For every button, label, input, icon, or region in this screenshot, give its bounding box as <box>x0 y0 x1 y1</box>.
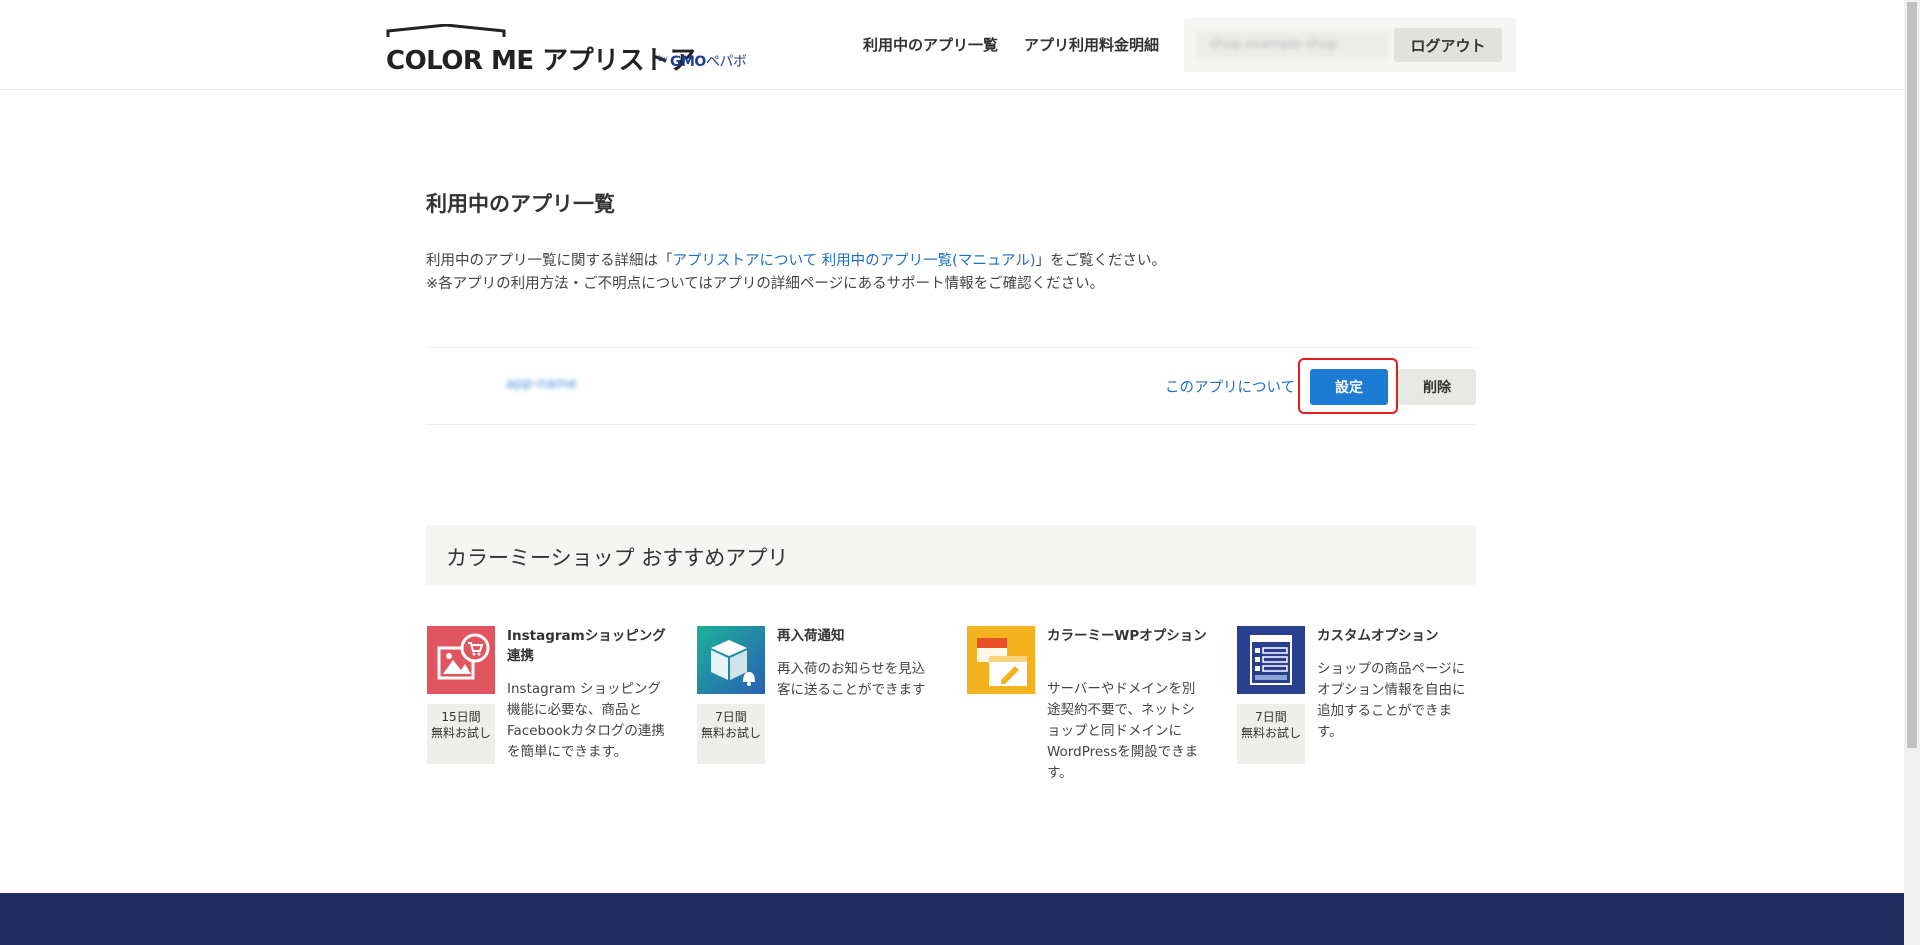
settings-button[interactable]: 設定 <box>1310 369 1388 405</box>
logo-pepabo-text: ペパボ <box>705 54 747 70</box>
account-box: shop.example-shop ログアウト <box>1184 18 1516 72</box>
intro-after: 」をご覧ください。 <box>1035 253 1167 269</box>
trial-badge: 7日間 無料お試し <box>697 704 765 764</box>
intro-note: ※各アプリの利用方法・ご不明点についてはアプリの詳細ページにあるサポート情報をご… <box>426 276 1105 292</box>
logout-button[interactable]: ログアウト <box>1394 28 1502 62</box>
vertical-scrollbar[interactable] <box>1904 0 1920 945</box>
scrollbar-thumb[interactable] <box>1907 2 1917 748</box>
shop-edit-icon <box>967 626 1035 694</box>
recommend-card-restock[interactable]: 7日間 無料お試し 再入荷通知 再入荷のお知らせを見込客に送ることができます <box>697 626 937 796</box>
recommend-app-name[interactable]: Instagramショッピング連携 <box>507 626 667 666</box>
installed-app-name[interactable]: app-name <box>506 376 577 392</box>
instagram-cart-icon <box>427 626 495 694</box>
nav-link-billing[interactable]: アプリ利用料金明細 <box>1024 34 1159 55</box>
recommend-app-name[interactable]: カラーミーWPオプション <box>1047 626 1207 646</box>
checklist-form-icon <box>1237 626 1305 694</box>
recommend-banner: カラーミーショップ おすすめアプリ <box>426 525 1476 585</box>
recommend-card-instagram[interactable]: 15日間 無料お試し Instagramショッピング連携 Instagram シ… <box>427 626 667 796</box>
trial-badge: 15日間 無料お試し <box>427 704 495 764</box>
delete-button[interactable]: 削除 <box>1398 369 1476 405</box>
recommend-card-custom-option[interactable]: 7日間 無料お試し カスタムオプション ショップの商品ページにオプション情報を自… <box>1237 626 1477 796</box>
intro-before: 利用中のアプリ一覧に関する詳細は「 <box>426 253 673 269</box>
recommend-app-desc: ショップの商品ページにオプション情報を自由に追加することができます。 <box>1317 661 1466 740</box>
installed-app-row: app-name このアプリについて 設定 削除 <box>426 347 1476 425</box>
logo-gmo-text: GMO <box>670 54 706 70</box>
recommend-app-desc: Instagram ショッピング機能に必要な、商品とFacebookカタログの連… <box>507 681 665 760</box>
about-app-link[interactable]: このアプリについて <box>1165 376 1295 397</box>
recommend-app-desc: 再入荷のお知らせを見込客に送ることができます <box>777 661 926 698</box>
recommend-app-desc: サーバーやドメインを別途契約不要で、ネットショップと同ドメインにWordPres… <box>1047 681 1199 781</box>
recommend-card-wp-option[interactable]: カラーミーWPオプション サーバーやドメインを別途契約不要で、ネットショップと同… <box>967 626 1207 796</box>
gmo-pepabo-logo: GMOペパボ <box>670 51 747 71</box>
intro-line: 利用中のアプリ一覧に関する詳細は「アプリストアについて 利用中のアプリ一覧(マニ… <box>426 250 1166 273</box>
site-footer <box>0 893 1904 945</box>
box-bell-icon <box>697 626 765 694</box>
recommend-title: カラーミーショップ おすすめアプリ <box>446 546 789 570</box>
recommend-app-name[interactable]: カスタムオプション <box>1317 626 1477 646</box>
recommend-app-name[interactable]: 再入荷通知 <box>777 626 937 646</box>
color-me-app-store-logo[interactable]: COLOR ME アプリストア by GMOペパボ <box>386 24 760 76</box>
house-roof-icon <box>386 24 506 37</box>
page-title: 利用中のアプリ一覧 <box>426 192 615 216</box>
logo-by-text: by <box>658 54 668 63</box>
logo-text: COLOR ME アプリストア <box>386 46 696 76</box>
account-name: shop.example-shop <box>1196 31 1390 59</box>
nav-link-apps[interactable]: 利用中のアプリ一覧 <box>863 34 998 55</box>
trial-badge: 7日間 無料お試し <box>1237 704 1305 764</box>
site-header: COLOR ME アプリストア by GMOペパボ 利用中のアプリ一覧 アプリ利… <box>0 0 1904 90</box>
manual-link[interactable]: アプリストアについて 利用中のアプリ一覧(マニュアル) <box>673 253 1036 269</box>
intro-text: 利用中のアプリ一覧に関する詳細は「アプリストアについて 利用中のアプリ一覧(マニ… <box>426 250 1166 296</box>
